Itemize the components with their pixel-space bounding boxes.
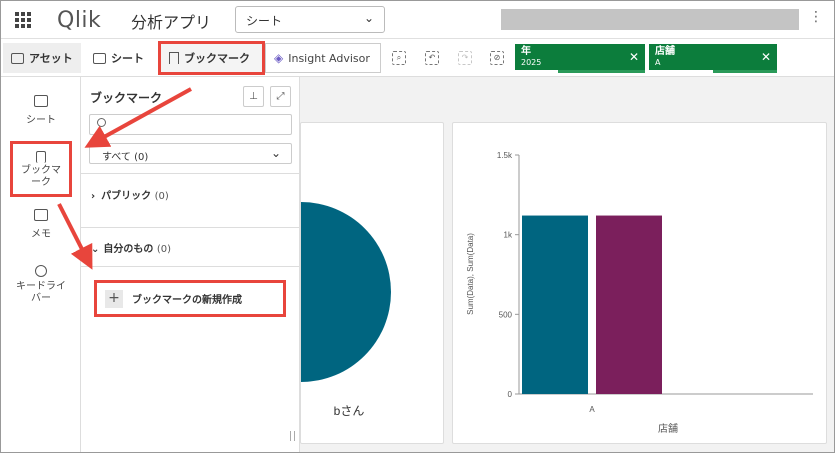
- selection-value: 2025: [521, 58, 542, 67]
- bar-chart-card[interactable]: 0 500 1k 1.5k A 店舗 Sum(Data), Sum(Data): [452, 122, 827, 444]
- x-tick-label: A: [589, 405, 595, 414]
- group-public[interactable]: › パブリック (0): [91, 187, 169, 202]
- nav-item-memo[interactable]: メモ: [1, 209, 81, 240]
- panel-title: ブックマーク: [90, 91, 163, 105]
- selection-bar-fill: [515, 70, 558, 73]
- app-header: Qlik 分析アプリ シート ⌄ ⋮: [1, 1, 834, 39]
- insight-advisor-button[interactable]: ◈ Insight Advisor: [265, 43, 381, 73]
- nav-item-sheet[interactable]: シート: [1, 95, 81, 126]
- toolbar: アセット シート ブックマーク ◈ Insight Advisor ⌕ ↶ ↷ …: [1, 39, 834, 77]
- panel-icon: [11, 52, 24, 64]
- group-label: 自分のもの: [103, 244, 154, 255]
- bar: [522, 215, 588, 394]
- sheet-dropdown-value: シート: [246, 14, 283, 28]
- smart-search-icon[interactable]: ⌕: [392, 51, 406, 65]
- nav-item-keydriver[interactable]: キードライバー: [1, 265, 81, 305]
- more-options-icon[interactable]: ⋮: [809, 9, 823, 25]
- clear-selections-icon[interactable]: ⊘: [490, 51, 504, 65]
- nav-label: メモ: [31, 229, 51, 240]
- bookmark-icon: [36, 151, 46, 163]
- y-tick-label: 1k: [504, 231, 513, 240]
- app-title: 分析アプリ: [131, 13, 212, 32]
- y-tick-label: 1.5k: [497, 151, 513, 160]
- group-count: (0): [156, 244, 172, 255]
- bar-chart-svg: 0 500 1k 1.5k A 店舗 Sum(Data), Sum(Data): [466, 151, 813, 435]
- expand-icon[interactable]: ⤢: [270, 86, 291, 107]
- selection-field: 年: [521, 46, 531, 57]
- nav-label: ブックマーク: [21, 165, 61, 188]
- pie-category-label: bさん: [334, 404, 365, 418]
- search-icon: [97, 118, 106, 127]
- chevron-down-icon: ⌄: [270, 146, 281, 160]
- bookmark-filter-select[interactable]: すべて (0) ⌄: [89, 143, 292, 164]
- pie-percent-label: 86.2%: [306, 382, 332, 392]
- insight-icon: ◈: [274, 51, 284, 65]
- bookmark-search-input[interactable]: [89, 114, 292, 135]
- sheet-icon: [34, 95, 48, 107]
- close-icon[interactable]: ✕: [629, 50, 639, 64]
- chevron-down-icon: ⌄: [91, 244, 100, 255]
- pie-slice: [301, 202, 391, 382]
- left-nav: シート ブックマーク メモ キードライバー: [1, 77, 81, 452]
- redacted-bar: [501, 9, 799, 30]
- group-label: パブリック: [101, 191, 152, 202]
- x-axis-label: 店舗: [658, 422, 678, 435]
- create-bookmark-label: ブックマークの新規作成: [132, 295, 242, 306]
- app-menu-grid-icon[interactable]: [15, 12, 31, 28]
- resize-handle[interactable]: [290, 431, 295, 441]
- assets-button[interactable]: アセット: [3, 43, 81, 73]
- nav-label: キードライバー: [16, 281, 66, 304]
- lightbulb-icon: [35, 265, 47, 277]
- chevron-down-icon: ⌄: [363, 11, 374, 25]
- step-back-icon[interactable]: ↶: [425, 51, 439, 65]
- nav-label: シート: [26, 115, 56, 126]
- y-axis-label: Sum(Data), Sum(Data): [466, 233, 475, 315]
- y-tick-label: 0: [508, 390, 513, 399]
- chevron-right-icon: ›: [91, 191, 96, 202]
- group-mine[interactable]: ⌄ 自分のもの (0): [91, 240, 171, 255]
- selection-chip-store[interactable]: 店舗 A ✕: [649, 44, 777, 73]
- selection-chip-year[interactable]: 年 2025 ✕: [515, 44, 645, 73]
- bookmark-label: ブックマーク: [184, 52, 250, 65]
- bookmark-panel: ブックマーク ⊥ ⤢ すべて (0) ⌄ › パブリック (0) ⌄ 自分のもの (…: [81, 77, 300, 452]
- create-bookmark-button[interactable]: + ブックマークの新規作成: [94, 280, 286, 317]
- nav-item-bookmark[interactable]: ブックマーク: [10, 141, 72, 197]
- bookmark-button[interactable]: ブックマーク: [158, 41, 265, 75]
- bookmark-icon: [169, 52, 179, 64]
- filter-value: すべて (0): [102, 152, 149, 163]
- sheet-label: シート: [111, 52, 144, 65]
- sheet-canvas: 86.2% bさん 0 500 1k 1.5k A 店舗 Sum(Data), Sum(Da…: [300, 77, 834, 452]
- plus-icon: +: [105, 289, 123, 308]
- pie-chart-svg: 86.2% bさん: [301, 202, 391, 418]
- divider: [81, 266, 300, 267]
- assets-label: アセット: [29, 52, 73, 65]
- selection-field: 店舗: [655, 46, 675, 57]
- selection-value: A: [655, 58, 661, 67]
- sheet-dropdown[interactable]: シート ⌄: [235, 6, 385, 33]
- group-count: (0): [154, 191, 169, 202]
- pin-icon[interactable]: ⊥: [243, 86, 264, 107]
- memo-icon: [34, 209, 48, 221]
- divider: [81, 227, 300, 228]
- step-forward-icon[interactable]: ↷: [458, 51, 472, 65]
- bar: [596, 215, 662, 394]
- sheet-button[interactable]: シート: [85, 43, 152, 73]
- sheet-icon: [93, 52, 106, 64]
- qlik-logo: Qlik: [53, 6, 101, 34]
- y-tick-label: 500: [499, 310, 513, 319]
- insight-label: Insight Advisor: [288, 51, 370, 65]
- selection-bar-fill: [649, 70, 713, 73]
- close-icon[interactable]: ✕: [761, 50, 771, 64]
- logo-text: Qlik: [57, 7, 102, 33]
- pie-chart-card[interactable]: 86.2% bさん: [300, 122, 444, 444]
- divider: [81, 173, 300, 174]
